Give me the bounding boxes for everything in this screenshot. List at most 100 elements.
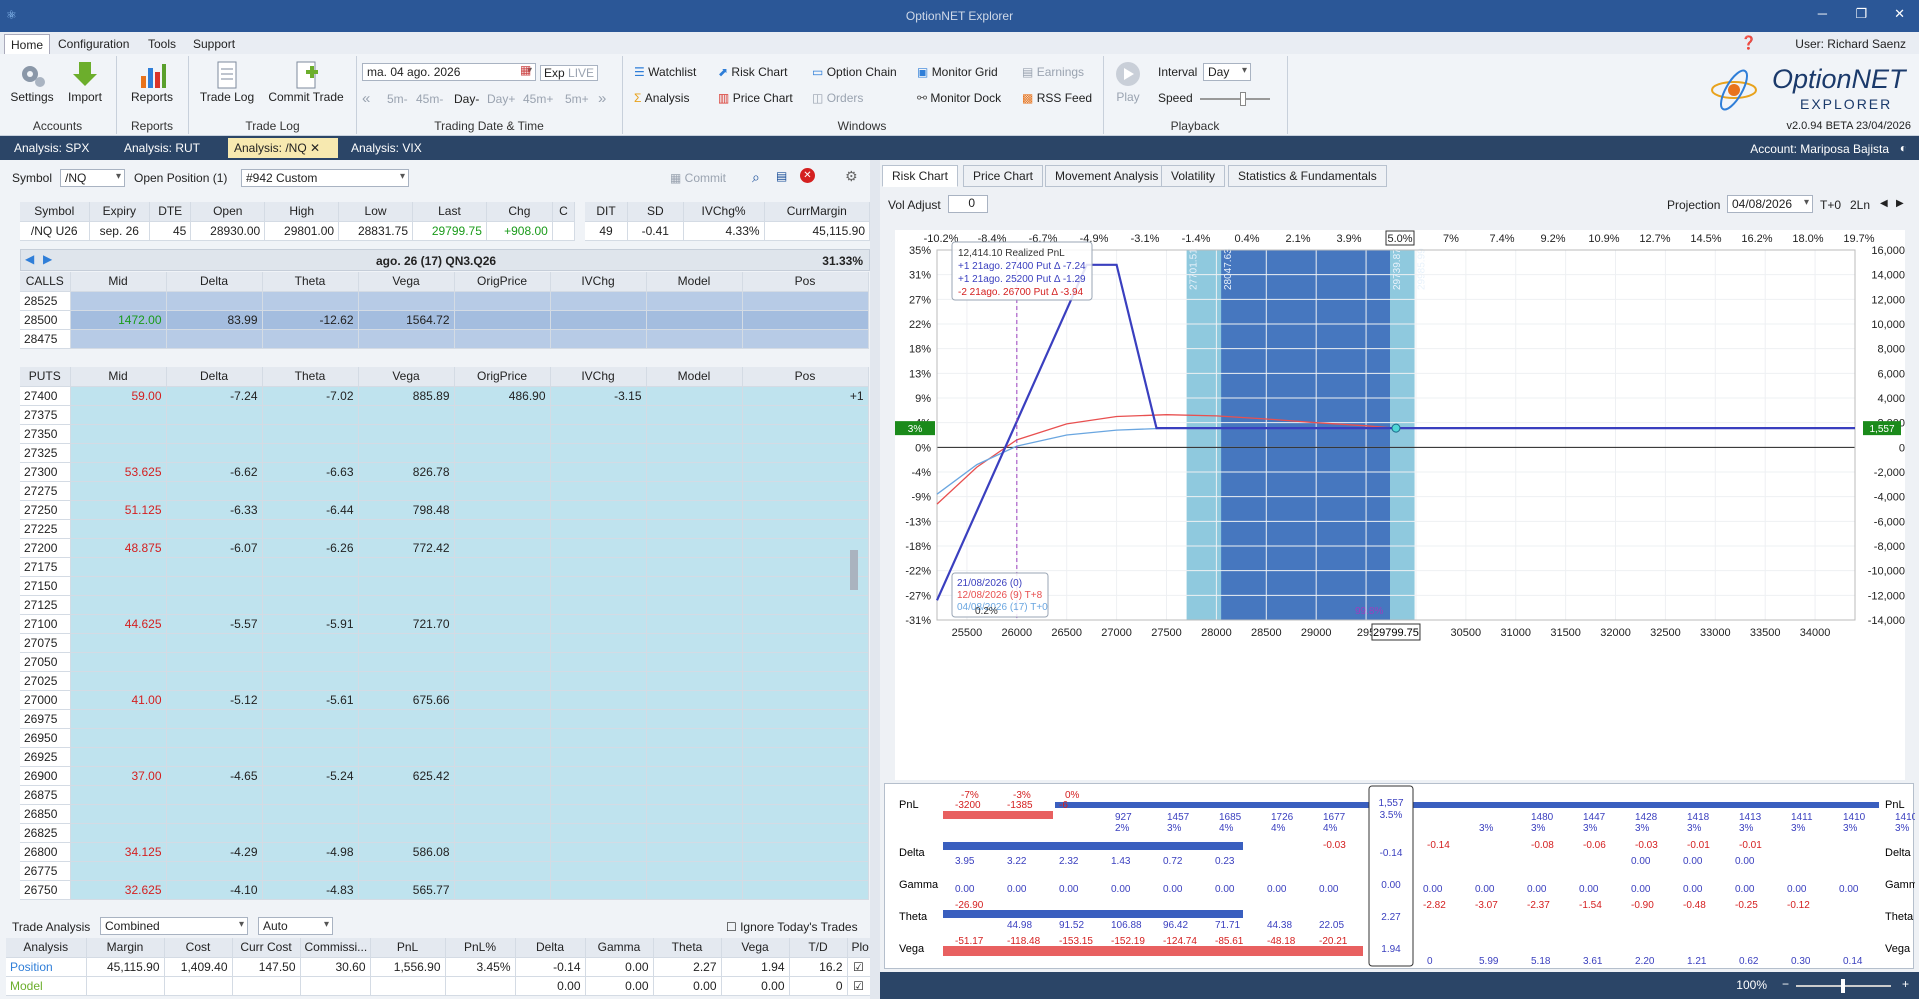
- chain-column-header[interactable]: Vega: [358, 367, 455, 387]
- tab-risk-chart[interactable]: Risk Chart: [882, 165, 959, 187]
- chain-row[interactable]: 26925: [20, 747, 869, 767]
- chain-row[interactable]: 26900 37.00 -4.65 -5.24 625.42: [20, 766, 869, 786]
- pane-splitter[interactable]: [870, 160, 880, 999]
- nav-5m-forward[interactable]: 5m+: [565, 92, 589, 106]
- column-header[interactable]: PnL: [370, 938, 446, 958]
- chain-column-header[interactable]: Pos: [742, 272, 869, 292]
- column-header[interactable]: PnL%: [445, 938, 516, 958]
- close-button[interactable]: ✕: [1894, 6, 1905, 22]
- chain-column-header[interactable]: IVChg: [550, 272, 647, 292]
- chain-row[interactable]: 27400 59.00 -7.24 -7.02 885.89 486.90 -3.15 +1: [20, 386, 869, 406]
- zoom-out-icon[interactable]: −: [1782, 977, 1789, 991]
- chain-column-header[interactable]: Model: [646, 272, 743, 292]
- column-header[interactable]: SD: [627, 202, 684, 222]
- chain-column-header[interactable]: IVChg: [550, 367, 647, 387]
- chain-row[interactable]: 28500 1472.00 83.99 -12.62 1564.72: [20, 310, 869, 330]
- chain-row[interactable]: 26875: [20, 785, 869, 805]
- chain-column-header[interactable]: Vega: [358, 272, 455, 292]
- zoom-in-icon[interactable]: +: [1902, 977, 1909, 991]
- tab-volatility[interactable]: Volatility: [1161, 165, 1226, 187]
- chain-row[interactable]: 27075: [20, 633, 869, 653]
- chain-row[interactable]: 27025: [20, 671, 869, 691]
- commit-trade-button[interactable]: Commit Trade: [264, 60, 348, 104]
- option-chain-button[interactable]: ▭ Option Chain: [812, 65, 897, 79]
- zoom-slider-handle[interactable]: [1841, 979, 1845, 993]
- column-header[interactable]: Cost: [164, 938, 233, 958]
- column-header[interactable]: Analysis: [6, 938, 87, 958]
- chain-row[interactable]: 26950: [20, 728, 869, 748]
- column-header[interactable]: Open: [190, 202, 266, 222]
- orders-button[interactable]: ◫ Orders: [812, 91, 863, 105]
- speed-slider[interactable]: [1200, 98, 1270, 100]
- column-header[interactable]: Plo: [847, 938, 871, 958]
- speed-slider-handle[interactable]: [1240, 92, 1246, 106]
- projection-next-icon[interactable]: ▶: [1896, 198, 1904, 209]
- ignore-today-checkbox[interactable]: ☐ Ignore Today's Trades: [726, 920, 858, 934]
- remove-icon[interactable]: ✕: [800, 168, 815, 183]
- monitor-dock-button[interactable]: ⚯ Monitor Dock: [917, 91, 1001, 105]
- trade-analysis-select[interactable]: Combined: [100, 917, 248, 935]
- trading-date-picker[interactable]: ma. 04 ago. 2026: [362, 63, 536, 81]
- chain-row[interactable]: 27350: [20, 424, 869, 444]
- puts-scrollbar[interactable]: [850, 550, 858, 590]
- monitor-grid-button[interactable]: ▣ Monitor Grid: [917, 65, 998, 79]
- menu-configuration[interactable]: Configuration: [58, 37, 129, 51]
- chain-row[interactable]: 27250 51.125 -6.33 -6.44 798.48: [20, 500, 869, 520]
- chain-row[interactable]: 27125: [20, 595, 869, 615]
- column-header[interactable]: Curr Cost: [232, 938, 301, 958]
- column-header[interactable]: Chg: [486, 202, 553, 222]
- minimize-button[interactable]: ─: [1818, 6, 1827, 21]
- chain-column-header[interactable]: OrigPrice: [454, 272, 551, 292]
- chain-row[interactable]: 28475: [20, 329, 869, 349]
- close-tab-icon[interactable]: ✕: [310, 141, 320, 155]
- commit-button[interactable]: ▦ Commit: [670, 171, 726, 185]
- plot-checkbox[interactable]: ☑: [847, 957, 871, 977]
- risk-chart-button[interactable]: ⬈ Risk Chart: [718, 65, 787, 79]
- next-expiry-icon[interactable]: ▶: [43, 252, 52, 266]
- projection-ln[interactable]: 2Ln: [1850, 198, 1870, 212]
- chain-column-header[interactable]: OrigPrice: [454, 367, 551, 387]
- chain-column-header[interactable]: Delta: [166, 367, 263, 387]
- chain-row[interactable]: 27175: [20, 557, 869, 577]
- column-header[interactable]: DTE: [149, 202, 192, 222]
- chain-row[interactable]: 27100 44.625 -5.57 -5.91 721.70: [20, 614, 869, 634]
- analysis-cell[interactable]: Model: [6, 976, 87, 996]
- rss-feed-button[interactable]: ▩ RSS Feed: [1022, 91, 1092, 105]
- chain-row[interactable]: 28525: [20, 291, 869, 311]
- import-button[interactable]: Import: [62, 60, 108, 104]
- help-icon[interactable]: ❓: [1741, 35, 1757, 51]
- chain-column-header[interactable]: Mid: [70, 367, 167, 387]
- menu-home[interactable]: Home: [4, 34, 51, 54]
- settings-button[interactable]: Settings: [6, 60, 58, 104]
- nav-day-forward[interactable]: Day+: [487, 92, 515, 106]
- position-select[interactable]: #942 Custom: [241, 169, 409, 187]
- menu-support[interactable]: Support: [193, 37, 235, 51]
- vol-adjust-stepper[interactable]: 0: [948, 195, 988, 213]
- column-header[interactable]: IVChg%: [683, 202, 765, 222]
- column-header[interactable]: Gamma: [585, 938, 654, 958]
- trade-log-button[interactable]: Trade Log: [196, 60, 258, 104]
- chain-row[interactable]: 27000 41.00 -5.12 -5.61 675.66: [20, 690, 869, 710]
- chain-row[interactable]: 26975: [20, 709, 869, 729]
- chain-row[interactable]: 26750 32.625 -4.10 -4.83 565.77: [20, 880, 869, 900]
- column-header[interactable]: CurrMargin: [764, 202, 871, 222]
- chain-row[interactable]: 27225: [20, 519, 869, 539]
- chain-row[interactable]: 26850: [20, 804, 869, 824]
- cursor-point[interactable]: [1391, 423, 1401, 433]
- chain-row[interactable]: 27325: [20, 443, 869, 463]
- risk-chart[interactable]: 27701.51 28047.63 29739.87 29985.99 25500 26…: [895, 230, 1905, 780]
- column-header[interactable]: Commissi...: [300, 938, 371, 958]
- column-header[interactable]: Vega: [721, 938, 790, 958]
- tab-analysis-spx[interactable]: Analysis: SPX: [8, 140, 95, 156]
- chain-column-header[interactable]: Model: [646, 367, 743, 387]
- column-header[interactable]: T/D: [789, 938, 848, 958]
- nav-45m-forward[interactable]: 45m+: [523, 92, 553, 106]
- tab-analysis-rut[interactable]: Analysis: RUT: [118, 140, 206, 156]
- step-forward-icon[interactable]: »: [598, 90, 606, 107]
- column-header[interactable]: High: [264, 202, 340, 222]
- chain-row[interactable]: 27200 48.875 -6.07 -6.26 772.42: [20, 538, 869, 558]
- tab-movement-analysis[interactable]: Movement Analysis: [1045, 165, 1169, 187]
- chain-row[interactable]: 27275: [20, 481, 869, 501]
- column-header[interactable]: Last: [412, 202, 487, 222]
- symbol-select[interactable]: /NQ: [60, 169, 125, 187]
